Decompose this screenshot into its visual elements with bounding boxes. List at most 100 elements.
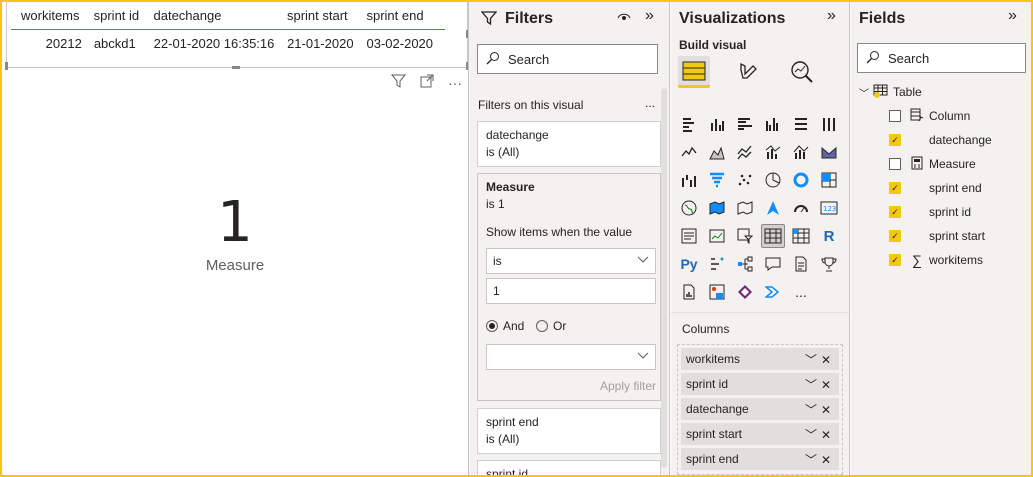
table-visual[interactable]: workitems sprint id datechange sprint st…: [5, 2, 469, 70]
checkbox-checked-icon[interactable]: ✓: [889, 230, 901, 242]
checkbox-checked-icon[interactable]: ✓: [889, 254, 901, 266]
decomposition-tree-icon[interactable]: [733, 252, 757, 276]
field-item-sprint-end[interactable]: ✓ sprint end: [889, 178, 982, 198]
pie-chart-icon[interactable]: [761, 168, 785, 192]
fields-search-input[interactable]: Search: [857, 43, 1026, 73]
checkbox-checked-icon[interactable]: ✓: [889, 182, 901, 194]
filters-search-input[interactable]: Search: [477, 44, 658, 74]
funnel-chart-icon[interactable]: [705, 168, 729, 192]
tree-table-node[interactable]: ﹀ Table: [859, 82, 922, 102]
or-radio[interactable]: Or: [536, 319, 566, 333]
table-header-datechange[interactable]: datechange: [154, 8, 287, 23]
field-item-datechange[interactable]: ✓ datechange: [889, 130, 992, 150]
filter-icon[interactable]: [390, 74, 407, 91]
pill-chevron-close-icons[interactable]: ﹀✕: [805, 376, 835, 393]
column-pill-datechange[interactable]: datechange ﹀✕: [681, 398, 839, 420]
operand-input[interactable]: 1: [486, 278, 656, 304]
pill-chevron-close-icons[interactable]: ﹀✕: [805, 351, 835, 368]
operator-dropdown[interactable]: is: [486, 248, 656, 274]
eye-icon[interactable]: [617, 10, 631, 26]
waterfall-chart-icon[interactable]: [677, 168, 701, 192]
second-operator-dropdown[interactable]: [486, 344, 656, 370]
field-item-sprint-id[interactable]: ✓ sprint id: [889, 202, 971, 222]
field-item-column[interactable]: Column: [889, 106, 970, 126]
report-canvas[interactable]: workitems sprint id datechange sprint st…: [2, 2, 469, 475]
resize-handle[interactable]: [5, 62, 8, 70]
collapse-pane-icon[interactable]: »: [645, 7, 654, 25]
more-options-icon[interactable]: ...: [645, 96, 655, 110]
filter-card-sprint-id[interactable]: sprint id: [477, 460, 661, 477]
more-visuals-icon[interactable]: ...: [789, 280, 813, 304]
clustered-bar-chart-icon[interactable]: [733, 112, 757, 136]
checkbox-unchecked-icon[interactable]: [889, 110, 901, 122]
table-header-sprint-id[interactable]: sprint id: [94, 8, 154, 23]
arcgis-map-icon[interactable]: [705, 280, 729, 304]
table-header-sprint-end[interactable]: sprint end: [366, 8, 445, 23]
field-item-measure[interactable]: Measure: [889, 154, 976, 174]
column-pill-sprint-start[interactable]: sprint start ﹀✕: [681, 423, 839, 445]
line-chart-icon[interactable]: [677, 140, 701, 164]
collapse-pane-icon[interactable]: »: [827, 7, 836, 25]
filled-map-icon[interactable]: [705, 196, 729, 220]
checkbox-checked-icon[interactable]: ✓: [889, 134, 901, 146]
filter-card-sprint-end[interactable]: sprint end is (All): [477, 408, 661, 454]
python-visual-icon[interactable]: Py: [677, 252, 701, 276]
line-stacked-column-icon[interactable]: [789, 140, 813, 164]
focus-mode-icon[interactable]: [420, 74, 434, 91]
field-item-workitems[interactable]: ✓ ∑ workitems: [889, 250, 983, 270]
kpi-icon[interactable]: [705, 224, 729, 248]
multi-row-card-icon[interactable]: [677, 224, 701, 248]
card-icon[interactable]: 123: [817, 196, 841, 220]
filter-card-measure[interactable]: Measure is 1 Show items when the value i…: [477, 173, 661, 401]
qa-visual-icon[interactable]: [761, 252, 785, 276]
table-header-workitems[interactable]: workitems: [21, 8, 94, 23]
pill-chevron-close-icons[interactable]: ﹀✕: [805, 426, 835, 443]
analytics-icon[interactable]: [786, 56, 818, 88]
apply-filter-button[interactable]: Apply filter: [600, 379, 656, 393]
ribbon-chart-icon[interactable]: [817, 140, 841, 164]
shape-map-icon[interactable]: [733, 196, 757, 220]
stacked-area-chart-icon[interactable]: [733, 140, 757, 164]
column-pill-workitems[interactable]: workitems ﹀✕: [681, 348, 839, 370]
build-visual-tab[interactable]: Build visual: [679, 38, 746, 52]
filter-card-datechange[interactable]: datechange is (All): [477, 121, 661, 167]
clustered-column-chart-icon[interactable]: [761, 112, 785, 136]
map-icon[interactable]: [677, 196, 701, 220]
more-options-icon[interactable]: ···: [448, 75, 462, 91]
checkbox-unchecked-icon[interactable]: [889, 158, 901, 170]
field-item-sprint-start[interactable]: ✓ sprint start: [889, 226, 985, 246]
collapse-pane-icon[interactable]: »: [1008, 7, 1017, 25]
r-visual-icon[interactable]: R: [817, 224, 841, 248]
key-influencers-icon[interactable]: [705, 252, 729, 276]
format-visual-icon[interactable]: [732, 56, 764, 88]
pill-chevron-close-icons[interactable]: ﹀✕: [805, 401, 835, 418]
table-header-sprint-start[interactable]: sprint start: [287, 8, 367, 23]
build-visual-icon[interactable]: [678, 56, 710, 88]
paginated-report-icon[interactable]: [677, 280, 701, 304]
resize-handle[interactable]: [232, 66, 240, 69]
column-pill-sprint-end[interactable]: sprint end ﹀✕: [681, 448, 839, 470]
smart-narrative-icon[interactable]: [789, 252, 813, 276]
matrix-icon[interactable]: [789, 224, 813, 248]
scatter-chart-icon[interactable]: [733, 168, 757, 192]
slicer-icon[interactable]: [733, 224, 757, 248]
stacked-column-chart-icon[interactable]: [705, 112, 729, 136]
columns-well[interactable]: workitems ﹀✕ sprint id ﹀✕ datechange ﹀✕ …: [677, 344, 843, 475]
line-clustered-column-icon[interactable]: [761, 140, 785, 164]
100-stacked-column-chart-icon[interactable]: [817, 112, 841, 136]
filters-scrollbar[interactable]: [661, 88, 667, 468]
table-icon[interactable]: [761, 224, 785, 248]
power-automate-icon[interactable]: [761, 280, 785, 304]
gauge-icon[interactable]: [789, 196, 813, 220]
stacked-bar-chart-icon[interactable]: [677, 112, 701, 136]
100-stacked-bar-chart-icon[interactable]: [789, 112, 813, 136]
column-pill-sprint-id[interactable]: sprint id ﹀✕: [681, 373, 839, 395]
power-apps-icon[interactable]: [733, 280, 757, 304]
checkbox-checked-icon[interactable]: ✓: [889, 206, 901, 218]
treemap-icon[interactable]: [817, 168, 841, 192]
azure-map-icon[interactable]: [761, 196, 785, 220]
area-chart-icon[interactable]: [705, 140, 729, 164]
donut-chart-icon[interactable]: [789, 168, 813, 192]
goals-trophy-icon[interactable]: [817, 252, 841, 276]
pill-chevron-close-icons[interactable]: ﹀✕: [805, 451, 835, 468]
